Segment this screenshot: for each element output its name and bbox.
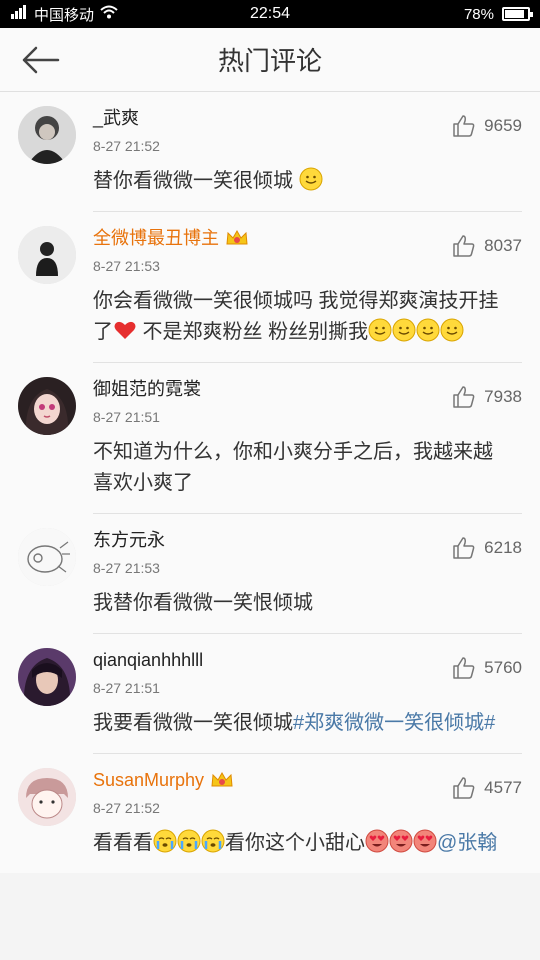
comment-time: 8-27 21:52	[93, 138, 160, 154]
comment-text: 我要看微微一笑很倾城#郑爽微微一笑很倾城#	[93, 712, 496, 734]
comment-time: 8-27 21:51	[93, 680, 160, 696]
avatar[interactable]	[18, 106, 76, 164]
smile-emoji-icon	[440, 318, 464, 342]
avatar[interactable]	[18, 768, 76, 826]
comment-list: _武爽 8-27 21:52 替你看微微一笑很倾城 9659 全微博最丑博主 8…	[0, 92, 540, 873]
battery-text: 78%	[463, 5, 494, 23]
heart-emoji-icon	[114, 321, 136, 339]
smile-emoji-icon	[392, 318, 416, 342]
like-count: 5760	[484, 658, 522, 677]
wifi-icon	[100, 5, 118, 23]
like-count: 8037	[484, 236, 522, 255]
comment-time: 8-27 21:51	[93, 409, 160, 425]
comment-text: 看看看 看你这个小甜心 @张翰	[93, 828, 522, 859]
comment-text: 替你看微微一笑很倾城	[93, 166, 522, 197]
heart-eyes-emoji-icon	[413, 829, 437, 853]
avatar[interactable]	[18, 648, 76, 706]
signal-icon	[10, 5, 28, 23]
like-button[interactable]: 7938	[452, 385, 522, 409]
like-count: 4577	[484, 778, 522, 797]
comment-item: 御姐范的霓裳 8-27 21:51 不知道为什么，你和小爽分手之后，我越来越喜欢…	[0, 363, 540, 514]
like-button[interactable]: 8037	[452, 234, 522, 258]
comment-item: 全微博最丑博主 8-27 21:53 你会看微微一笑很倾城吗 我觉得郑爽演技开挂…	[0, 212, 540, 363]
comment-item: _武爽 8-27 21:52 替你看微微一笑很倾城 9659	[0, 92, 540, 212]
thumbs-up-icon	[453, 235, 475, 257]
like-button[interactable]: 6218	[452, 536, 522, 560]
smile-emoji-icon	[416, 318, 440, 342]
comment-time: 8-27 21:52	[93, 800, 160, 816]
page-header: 热门评论	[0, 28, 540, 92]
like-button[interactable]: 4577	[452, 776, 522, 800]
crown-badge-icon	[226, 229, 248, 245]
like-count: 9659	[484, 116, 522, 135]
like-count: 7938	[484, 387, 522, 406]
thumbs-up-icon	[453, 777, 475, 799]
avatar[interactable]	[18, 377, 76, 435]
like-button[interactable]: 9659	[452, 114, 522, 138]
back-button[interactable]	[0, 28, 80, 92]
comment-time: 8-27 21:53	[93, 560, 160, 576]
crown-badge-icon	[211, 771, 233, 787]
comment-text: 我替你看微微一笑恨倾城	[93, 592, 313, 614]
comment-item: 东方元永 8-27 21:53 我替你看微微一笑恨倾城 6218	[0, 514, 540, 634]
heart-eyes-emoji-icon	[365, 829, 389, 853]
comment-item: qianqianhhhlll 8-27 21:51 我要看微微一笑很倾城#郑爽微…	[0, 634, 540, 754]
like-count: 6218	[484, 538, 522, 557]
thumbs-up-icon	[453, 115, 475, 137]
like-button[interactable]: 5760	[452, 656, 522, 680]
avatar[interactable]	[18, 528, 76, 586]
hashtag-link[interactable]: #郑爽微微一笑很倾城#	[293, 712, 495, 734]
carrier-label: 中国移动	[34, 6, 95, 24]
status-bar: 中国移动 22:54 78%	[0, 0, 540, 28]
battery-icon	[502, 7, 533, 21]
mention-link[interactable]: @张翰	[437, 832, 497, 854]
crying-emoji-icon	[201, 829, 225, 853]
crying-emoji-icon	[177, 829, 201, 853]
comment-item: SusanMurphy 8-27 21:52 看看看 看你这个小甜心 @张翰 457…	[0, 754, 540, 873]
arrow-left-icon	[22, 46, 60, 73]
smile-emoji-icon	[368, 318, 392, 342]
smile-emoji-icon	[299, 167, 323, 191]
page-title: 热门评论	[217, 46, 322, 76]
comment-text: 你会看微微一笑很倾城吗 我觉得郑爽演技开挂了 不是郑爽粉丝 粉丝别撕我	[93, 290, 499, 343]
heart-eyes-emoji-icon	[389, 829, 413, 853]
thumbs-up-icon	[453, 657, 475, 679]
thumbs-up-icon	[453, 386, 475, 408]
comment-time: 8-27 21:53	[93, 258, 160, 274]
comment-text: 不知道为什么，你和小爽分手之后，我越来越喜欢小爽了	[93, 441, 493, 494]
avatar[interactable]	[18, 226, 76, 284]
crying-emoji-icon	[153, 829, 177, 853]
thumbs-up-icon	[453, 537, 475, 559]
